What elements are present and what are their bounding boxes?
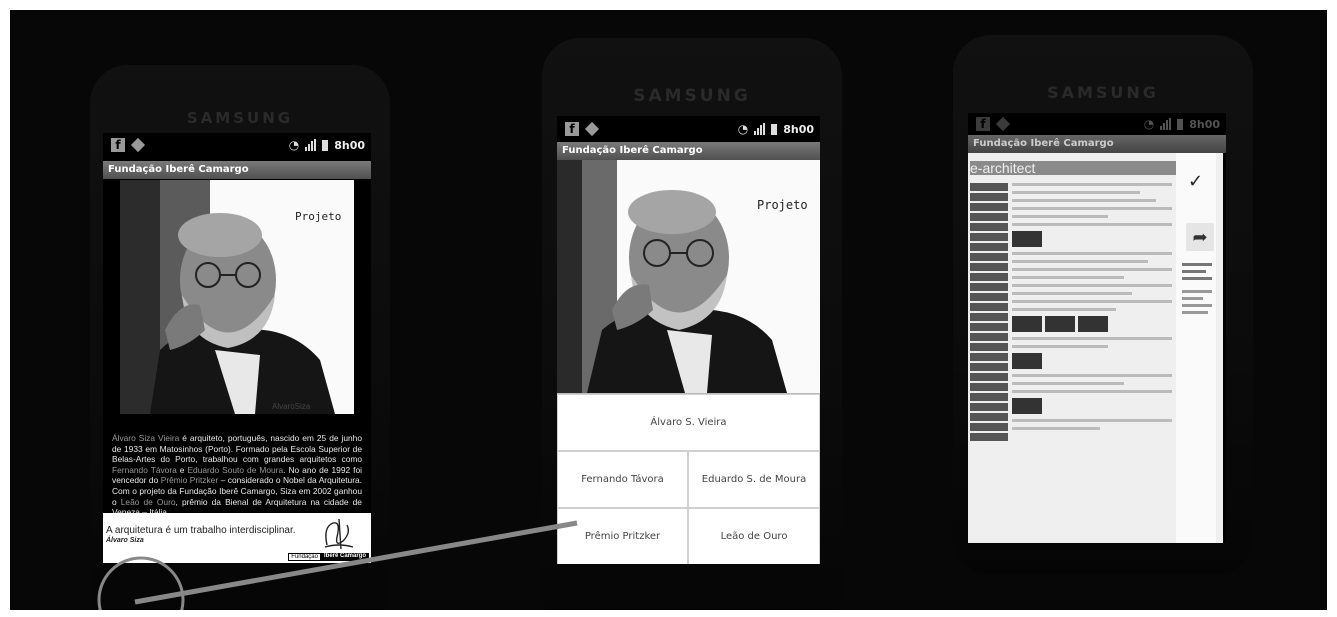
battery-icon <box>322 139 329 151</box>
link-eduardo-souto-de-moura[interactable]: Eduardo Souto de Moura <box>187 465 283 475</box>
app-diamond-icon <box>584 121 600 137</box>
brand-logo: SAMSUNG <box>1047 83 1159 102</box>
photo-caption: AlvaroSiza <box>272 402 311 411</box>
signal-icon <box>305 139 317 151</box>
clock: 8h00 <box>783 122 814 136</box>
wifi-icon: ◔ <box>1143 117 1155 131</box>
link-leao-de-ouro[interactable]: Leão de Ouro <box>121 497 176 507</box>
menu-alvaro-vieira[interactable]: Álvaro S. Vieira <box>557 394 820 451</box>
app-diamond-icon <box>995 116 1011 132</box>
quote-author: Álvaro Siza <box>106 537 144 544</box>
brand-logo: SAMSUNG <box>186 109 294 127</box>
signature-icon <box>324 518 354 550</box>
app-title-bar: Fundação Iberê Camargo <box>557 142 820 160</box>
signal-icon <box>1160 118 1172 130</box>
app-title-bar: Fundação Iberê Camargo <box>103 161 371 179</box>
clock: 8h00 <box>334 138 365 152</box>
share-icon[interactable]: ➦ <box>1186 223 1214 251</box>
link-fernando-tavora[interactable]: Fernando Távora <box>112 465 177 475</box>
site-sidebar <box>970 183 1008 443</box>
site-right-column: ✓ ➦ <box>1176 153 1216 543</box>
projeto-label[interactable]: Projeto <box>757 198 808 212</box>
portrait-image <box>557 160 820 393</box>
facebook-icon: f <box>976 117 990 131</box>
signal-icon <box>754 123 766 135</box>
biography-menu: Álvaro S. Vieira Fernando Távora Eduardo… <box>557 393 820 564</box>
screen-left: f ◔ 8h00 Fundação Iberê Camargo Projeto … <box>103 133 371 563</box>
quote-text: A arquitetura é um trabalho interdiscipl… <box>106 525 296 536</box>
link-premio-pritzker[interactable]: Prêmio Pritzker <box>161 475 218 485</box>
status-bar: f ◔ 8h00 <box>557 116 820 142</box>
app-diamond-icon <box>130 137 146 153</box>
portrait-photo[interactable]: Projeto <box>557 160 820 393</box>
status-bar: f ◔ 8h00 <box>103 133 371 157</box>
brand-logo: SAMSUNG <box>633 86 751 106</box>
clock: 8h00 <box>1189 117 1220 131</box>
fundacao-logo: Fundação Iberê Camargo <box>288 553 369 561</box>
menu-leao-de-ouro[interactable]: Leão de Ouro <box>688 508 820 564</box>
menu-fernando-tavora[interactable]: Fernando Távora <box>557 451 688 508</box>
status-bar: f ◔ 8h00 <box>968 113 1226 135</box>
projeto-label[interactable]: Projeto <box>295 210 341 223</box>
wifi-icon: ◔ <box>737 122 749 136</box>
check-icon: ✓ <box>1188 171 1204 192</box>
site-article <box>1012 183 1172 435</box>
facebook-icon: f <box>565 122 579 136</box>
menu-eduardo-souto-de-moura[interactable]: Eduardo S. de Moura <box>688 451 820 508</box>
screen-right: f ◔ 8h00 Fundação Iberê Camargo e-archit… <box>968 113 1226 543</box>
battery-icon <box>1177 118 1184 130</box>
battery-icon <box>771 123 778 135</box>
app-title-bar: Fundação Iberê Camargo <box>968 135 1226 153</box>
link-alvaro-siza[interactable]: Álvaro Siza Vieira <box>112 433 179 443</box>
site-logo[interactable]: e-architect <box>970 161 1190 175</box>
photo-stage: SAMSUNG f ◔ 8h00 Fundação Iberê Camargo <box>10 10 1327 610</box>
quote-card: A arquitetura é um trabalho interdiscipl… <box>103 513 371 563</box>
facebook-icon: f <box>111 138 125 152</box>
screen-middle: f ◔ 8h00 Fundação Iberê Camargo Projeto … <box>557 116 820 564</box>
biography-text: Álvaro Siza Vieira é arquiteto, portuguê… <box>112 433 362 517</box>
portrait-photo[interactable]: Projeto AlvaroSiza <box>120 180 354 414</box>
wifi-icon: ◔ <box>288 138 300 152</box>
menu-premio-pritzker[interactable]: Prêmio Pritzker <box>557 508 688 564</box>
webpage-view[interactable]: e-architect ✓ ➦ <box>968 153 1223 543</box>
